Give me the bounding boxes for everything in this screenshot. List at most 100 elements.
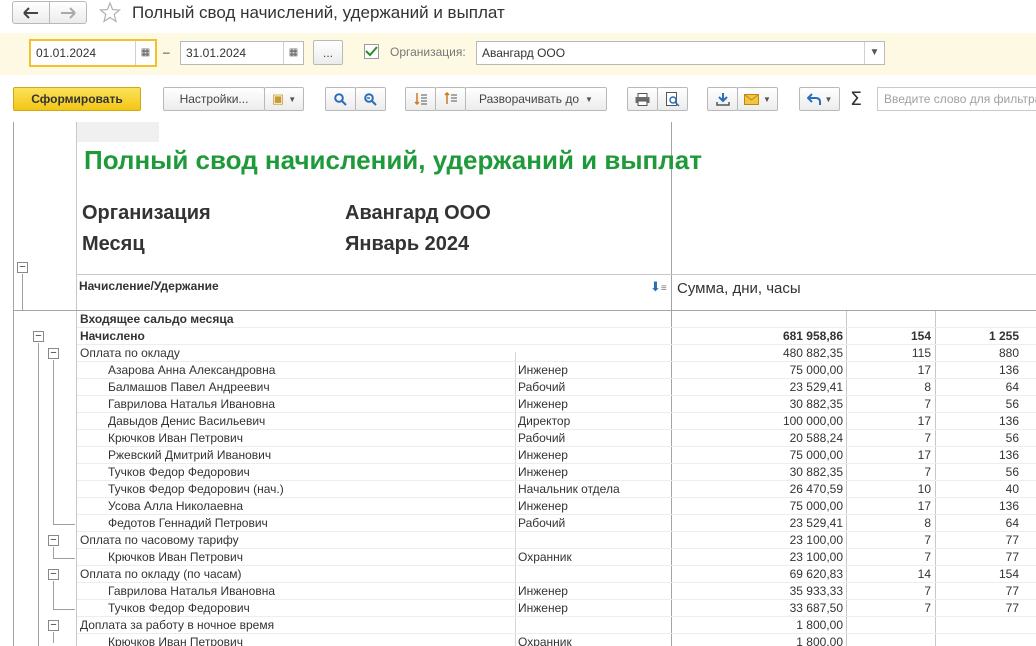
table-row[interactable]: Крючков Иван Петрович Охранник 23 100,00 7 7… [0, 549, 1036, 566]
table-row[interactable]: Ржевский Дмитрий Иванович Инженер 75 000,0… [0, 447, 1036, 464]
generate-button[interactable]: Сформировать [13, 87, 141, 111]
row-days [847, 634, 931, 646]
collapse-all-button[interactable] [405, 87, 436, 111]
org-select[interactable]: Авангард ООО ▼ [476, 41, 885, 65]
group-collapse-toggle[interactable]: − [48, 535, 59, 546]
row-name: Оплата по окладу [80, 346, 180, 360]
date-from-field[interactable]: 01.01.2024 ▦ [29, 39, 157, 67]
row-sum: 69 620,83 [789, 567, 843, 581]
table-row[interactable]: Крючков Иван Петрович Охранник 1 800,00 [0, 634, 1036, 646]
group-collapse-toggle[interactable]: − [48, 348, 59, 359]
print-button[interactable] [627, 87, 658, 111]
row-sum: 26 470,59 [789, 482, 843, 496]
table-row[interactable]: Федотов Геннадий Петрович Рабочий 23 529,4… [0, 515, 1036, 532]
find-button[interactable] [325, 87, 356, 111]
search-input[interactable]: Введите слово для фильтра [877, 87, 1036, 111]
tree-line [22, 274, 23, 310]
table-row[interactable]: Усова Алла Николаевна Инженер 75 000,00 17 1… [0, 498, 1036, 515]
table-row[interactable]: Оплата по часовому тарифу 23 100,00 7 77− [0, 532, 1036, 549]
group-collapse-toggle[interactable]: − [48, 569, 59, 580]
table-row[interactable]: Оплата по окладу (по часам) 69 620,83 14 15… [0, 566, 1036, 583]
row-sum: 30 882,35 [789, 465, 843, 479]
row-hours: 77 [1005, 601, 1019, 615]
chevron-down-icon[interactable]: ▼ [864, 42, 884, 64]
table-row[interactable]: Тучков Федор Федорович (нач.) Начальник о… [0, 481, 1036, 498]
row-name: Крючков Иван Петрович [108, 431, 243, 445]
row-hours: 77 [1005, 550, 1019, 564]
row-hours [936, 617, 1019, 634]
org-checkbox[interactable] [364, 44, 379, 59]
column-header-amount: Сумма, дни, часы [677, 280, 801, 297]
row-position: Начальник отдела [518, 482, 620, 496]
settings-button[interactable]: Настройки... [163, 87, 265, 111]
calendar-icon[interactable]: ▦ [135, 41, 155, 65]
table-row[interactable]: Гаврилова Наталья Ивановна Инженер 30 882,… [0, 396, 1036, 413]
collapse-all-toggle[interactable]: − [17, 262, 28, 273]
row-position [518, 617, 668, 634]
row-hours: 77 [1005, 533, 1019, 547]
date-to-field[interactable]: 31.01.2024 ▦ [180, 41, 304, 65]
table-row[interactable]: Тучков Федор Федорович Инженер 33 687,50 7 7… [0, 600, 1036, 617]
arrow-left-icon [23, 6, 38, 19]
row-sum: 23 100,00 [789, 550, 843, 564]
row-position: Рабочий [518, 516, 566, 530]
table-row[interactable]: Оплата по окладу 480 882,35 115 880 − [0, 345, 1036, 362]
table-row[interactable]: Давыдов Денис Васильевич Директор 100 000,… [0, 413, 1036, 430]
row-sum: 681 958,86 [782, 329, 843, 343]
row-position: Охранник [518, 550, 572, 564]
row-days: 7 [924, 397, 931, 411]
chevron-down-icon: ▼ [763, 94, 771, 104]
group-collapse-toggle[interactable]: − [33, 331, 44, 342]
row-sum: 480 882,35 [782, 346, 843, 360]
envelope-icon [744, 93, 760, 105]
org-value: Авангард ООО [345, 202, 491, 224]
sum-icon[interactable]: Σ [850, 88, 862, 110]
navigate-button[interactable]: ▼ [799, 87, 840, 111]
row-hours: 56 [1005, 465, 1019, 479]
table-row[interactable]: Тучков Федор Федорович Инженер 30 882,35 7 5… [0, 464, 1036, 481]
expand-all-button[interactable] [435, 87, 466, 111]
row-position [518, 345, 668, 362]
row-days: 154 [910, 329, 931, 343]
table-row[interactable]: Азарова Анна Александровна Инженер 75 000,… [0, 362, 1036, 379]
find-next-button[interactable] [355, 87, 386, 111]
group-collapse-toggle[interactable]: − [48, 620, 59, 631]
favorite-star-icon[interactable] [99, 2, 121, 23]
back-button[interactable] [12, 1, 50, 24]
row-days: 7 [924, 550, 931, 564]
row-sum: 100 000,00 [782, 414, 843, 428]
calendar-icon[interactable]: ▦ [283, 42, 303, 64]
row-hours: 64 [1005, 516, 1019, 530]
table-row[interactable]: Балмашов Павел Андреевич Рабочий 23 529,41… [0, 379, 1036, 396]
row-sum: 75 000,00 [789, 499, 843, 513]
period-more-button[interactable]: ... [313, 40, 343, 65]
row-sum: 1 800,00 [796, 635, 843, 646]
variant-button[interactable]: ▣ ▼ [264, 87, 304, 111]
filter-panel: 01.01.2024 ▦ – 31.01.2024 ▦ ... Организа… [0, 33, 1036, 75]
table-row[interactable]: Доплата за работу в ночное время 1 800,00… [0, 617, 1036, 634]
header-bottom-border [77, 274, 1036, 275]
row-position [518, 328, 668, 345]
preview-button[interactable] [657, 87, 688, 111]
row-name: Балмашов Павел Андреевич [108, 380, 270, 394]
date-to-value: 31.01.2024 [186, 46, 247, 60]
sort-icon[interactable]: ⬇≡ [650, 279, 667, 295]
row-position: Инженер [518, 601, 568, 615]
forward-button[interactable] [49, 1, 87, 24]
table-row[interactable]: Начислено 681 958,86 154 1 255 − [0, 328, 1036, 345]
table-row[interactable]: Крючков Иван Петрович Рабочий 20 588,24 7 56 [0, 430, 1036, 447]
send-email-button[interactable]: ▼ [737, 87, 778, 111]
table-row[interactable]: Входящее сальдо месяца [0, 311, 1036, 328]
table-row[interactable]: Гаврилова Наталья Ивановна Инженер 35 933,… [0, 583, 1036, 600]
row-name: Крючков Иван Петрович [108, 550, 243, 564]
row-name: Тучков Федор Федорович [108, 465, 250, 479]
row-name: Оплата по часовому тарифу [80, 533, 239, 547]
expand-to-button[interactable]: Разворачивать до ▼ [465, 87, 607, 111]
more-label: ... [322, 45, 333, 60]
save-button[interactable] [707, 87, 738, 111]
row-name: Крючков Иван Петрович [108, 635, 243, 646]
row-position: Рабочий [518, 380, 566, 394]
row-days: 17 [917, 499, 931, 513]
tree-line [53, 547, 54, 558]
row-name: Тучков Федор Федорович [108, 601, 250, 615]
